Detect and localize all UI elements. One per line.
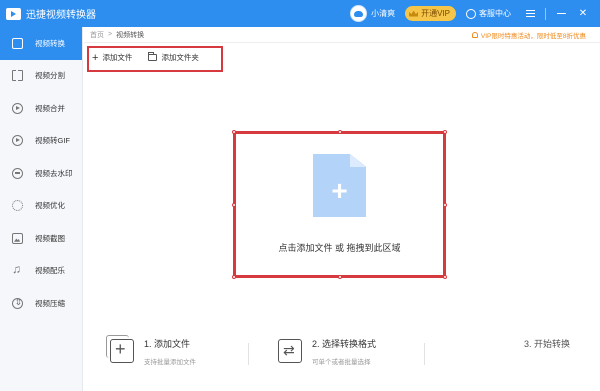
step-desc: 可单个或者批量选择 — [312, 359, 371, 366]
selection-handle — [443, 130, 447, 134]
sidebar-item-label: 视频转换 — [35, 38, 65, 48]
compress-icon — [12, 297, 23, 309]
crown-icon — [409, 10, 419, 17]
step-title: 2. 选择转换格式 — [312, 339, 377, 349]
video-convert-icon — [12, 37, 23, 49]
minimize-button[interactable] — [550, 0, 572, 27]
minimize-icon — [556, 13, 566, 14]
add-folder-button[interactable]: 添加文件夹 — [148, 52, 199, 63]
selection-handle — [338, 130, 342, 134]
menu-icon — [525, 10, 535, 17]
breadcrumb-home[interactable]: 首页 — [90, 30, 104, 40]
steps-guide: 1. 添加文件 支持批量添加文件 2. 选择转换格式 可单个或者批量选择 3. … — [84, 335, 600, 391]
sidebar-item-watermark[interactable]: 视频去水印 — [0, 157, 82, 190]
add-file-button[interactable]: + 添加文件 — [92, 52, 132, 63]
step-title: 3. 开始转换 — [524, 339, 571, 349]
add-file-icon — [106, 335, 134, 363]
sidebar-item-video-convert[interactable]: 视频转换 — [0, 27, 82, 60]
promo-banner[interactable]: VIP限时特惠活动，限时低至8折优惠 — [471, 30, 586, 40]
selection-handle — [232, 275, 236, 279]
vip-button[interactable]: 开通VIP — [405, 6, 456, 21]
add-file-label: 添加文件 — [102, 53, 133, 62]
selection-handle — [232, 203, 236, 207]
drop-zone-text: 点击添加文件 或 拖拽到此区域 — [278, 243, 401, 253]
username[interactable]: 小清爽 — [371, 8, 395, 19]
menu-button[interactable] — [519, 0, 541, 27]
video-gif-icon — [12, 135, 23, 147]
headset-icon — [466, 8, 476, 19]
vip-label: 开通VIP — [421, 9, 450, 18]
selection-handle — [443, 203, 447, 207]
selection-handle — [232, 130, 236, 134]
bell-icon — [471, 32, 478, 38]
video-merge-icon — [12, 102, 23, 114]
step-desc: 支持批量添加文件 — [144, 359, 196, 366]
optimize-icon — [12, 200, 23, 212]
sidebar-item-label: 视频优化 — [35, 201, 65, 211]
breadcrumb-separator: > — [108, 31, 113, 38]
sidebar-item-label: 视频合并 — [35, 103, 65, 113]
step-title: 1. 添加文件 — [144, 339, 191, 349]
sidebar-item-label: 视频配乐 — [35, 266, 65, 276]
sidebar-item-video-split[interactable]: 视频分割 — [0, 60, 82, 93]
sidebar-item-screenshot[interactable]: 视频截图 — [0, 222, 82, 255]
avatar[interactable] — [350, 5, 368, 22]
close-button[interactable]: ✕ — [572, 0, 594, 27]
sidebar-item-compress[interactable]: 视频压缩 — [0, 287, 82, 320]
sidebar-item-video-gif[interactable]: 视频转GIF — [0, 125, 82, 158]
sidebar-item-label: 视频分割 — [35, 71, 65, 81]
app-logo-icon — [6, 7, 21, 20]
app-title: 迅捷视频转换器 — [26, 10, 96, 21]
step-add-file: 1. 添加文件 支持批量添加文件 — [106, 335, 196, 366]
screenshot-icon — [12, 232, 23, 244]
service-label: 客服中心 — [479, 9, 511, 18]
step-choose-format: 2. 选择转换格式 可单个或者批量选择 — [278, 337, 376, 366]
title-bar: 迅捷视频转换器 小清爽 开通VIP 客服中心 ✕ — [0, 0, 600, 27]
sidebar-item-label: 视频截图 — [35, 233, 65, 243]
selection-handle — [443, 275, 447, 279]
step-divider — [424, 343, 425, 365]
title-bar-actions: 小清爽 开通VIP 客服中心 ✕ — [350, 0, 600, 27]
convert-format-icon — [278, 339, 302, 363]
step-divider — [248, 343, 249, 365]
add-folder-label: 添加文件夹 — [161, 53, 199, 62]
service-center-button[interactable]: 客服中心 — [466, 8, 511, 19]
plus-icon: + — [92, 51, 99, 64]
sidebar-item-label: 视频转GIF — [35, 136, 70, 146]
sidebar-item-video-merge[interactable]: 视频合并 — [0, 92, 82, 125]
selection-handle — [338, 275, 342, 279]
watermark-icon — [12, 167, 23, 179]
video-split-icon — [12, 70, 23, 82]
sidebar-item-label: 视频去水印 — [35, 168, 73, 178]
breadcrumb-current: 视频转换 — [116, 31, 145, 39]
sidebar-item-label: 视频压缩 — [35, 298, 65, 308]
step-start-convert: 3. 开始转换 — [524, 337, 570, 350]
plus-icon: + — [331, 175, 348, 206]
music-icon — [12, 262, 23, 276]
sidebar: 视频转换 视频分割 视频合并 视频转GIF 视频去水印 视频优化 视频截图 视频… — [0, 27, 83, 391]
sidebar-item-optimize[interactable]: 视频优化 — [0, 190, 82, 223]
promo-text: VIP限时特惠活动，限时低至8折优惠 — [480, 33, 586, 40]
folder-icon — [148, 52, 158, 61]
toolbar: + 添加文件 添加文件夹 — [92, 52, 215, 63]
title-divider — [545, 7, 546, 20]
sidebar-item-music[interactable]: 视频配乐 — [0, 255, 82, 288]
main-panel: 首页 > 视频转换 VIP限时特惠活动，限时低至8折优惠 + 添加文件 添加文件… — [84, 27, 600, 391]
close-icon: ✕ — [578, 8, 588, 19]
user-icon — [354, 10, 364, 17]
